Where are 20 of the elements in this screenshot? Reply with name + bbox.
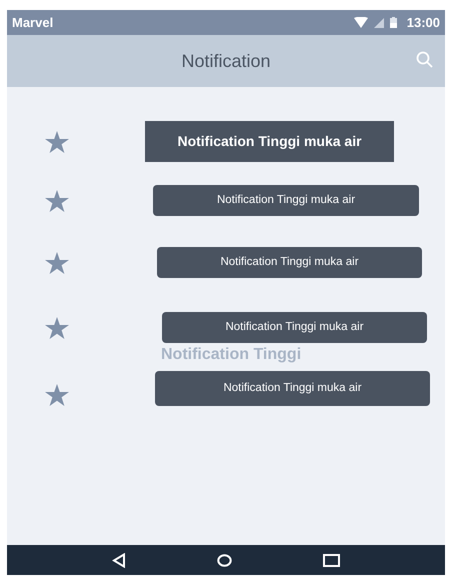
home-icon[interactable]: [216, 554, 232, 566]
carrier-name: Marvel: [12, 14, 54, 32]
recent-apps-icon[interactable]: [322, 554, 340, 566]
notification-button[interactable]: Notification Tinggi muka air: [153, 185, 419, 216]
star-icon: [45, 130, 69, 152]
star-icon: [45, 252, 69, 274]
signal-icon: [374, 18, 384, 28]
wifi-icon: [354, 17, 368, 28]
clock-time: 13:00: [406, 14, 440, 32]
star-icon: [45, 316, 69, 338]
battery-icon: [390, 17, 397, 28]
notification-button[interactable]: Notification Tinggi muka air: [162, 312, 427, 343]
star-icon: [45, 384, 69, 406]
notification-button[interactable]: Notification Tinggi muka air: [155, 371, 430, 406]
screen-title: Notification: [180, 50, 272, 72]
star-icon: [45, 190, 69, 212]
notification-button[interactable]: Notification Tinggi muka air: [157, 247, 422, 278]
faded-text: Notification Tinggi: [161, 345, 302, 365]
back-icon[interactable]: [112, 552, 126, 568]
notification-button[interactable]: Notification Tinggi muka air: [145, 121, 394, 162]
